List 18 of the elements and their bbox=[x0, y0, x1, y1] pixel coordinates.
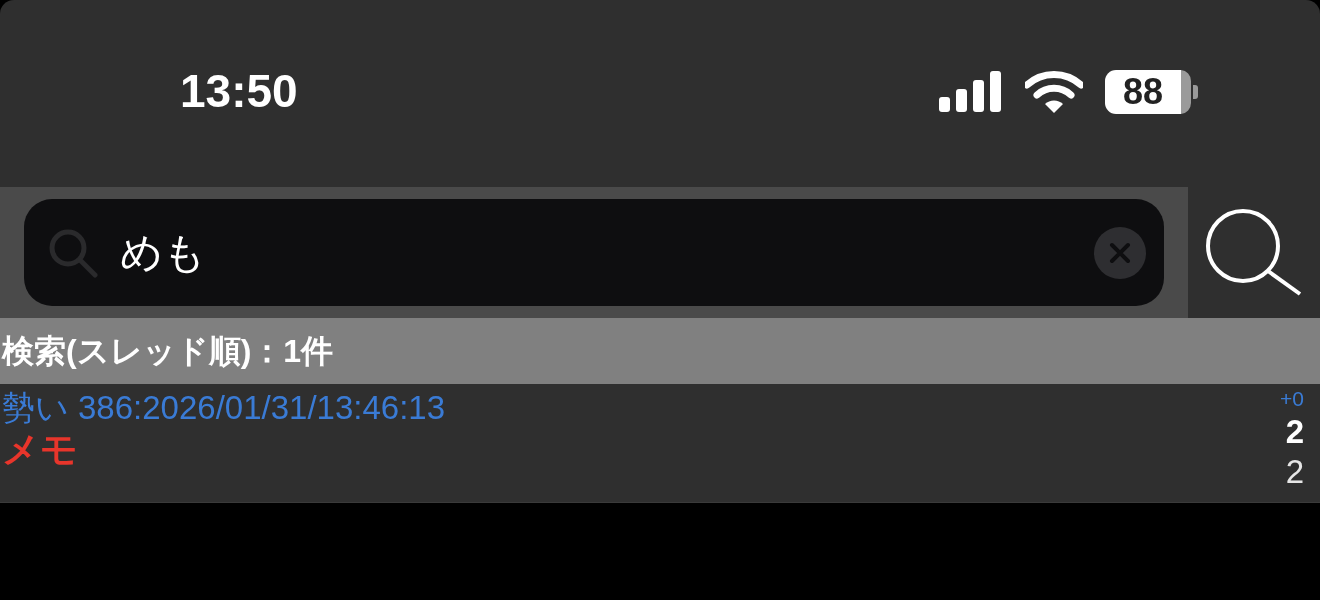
clock-time: 13:50 bbox=[180, 64, 298, 119]
search-button[interactable] bbox=[1188, 187, 1320, 318]
read-count: 2 bbox=[1285, 452, 1304, 492]
signal-icon bbox=[939, 70, 1003, 113]
thread-row[interactable]: 勢い 386:2026/01/31/13:46:13 メモ +0 2 2 bbox=[0, 384, 1320, 503]
thread-title: メモ bbox=[2, 428, 79, 472]
momentum-label: 勢い bbox=[2, 388, 69, 428]
reply-count: 2 bbox=[1285, 412, 1304, 452]
search-query: めも bbox=[120, 228, 207, 278]
battery-level: 88 bbox=[1122, 73, 1163, 110]
search-field[interactable]: めも bbox=[24, 199, 1164, 306]
wifi-icon bbox=[1025, 70, 1083, 113]
thread-info: 386:2026/01/31/13:46:13 bbox=[78, 388, 445, 428]
search-icon bbox=[1205, 207, 1303, 298]
results-header: 検索(スレッド順)：1件 bbox=[0, 318, 1320, 384]
new-count: +0 bbox=[1280, 386, 1304, 412]
search-icon bbox=[48, 227, 98, 278]
battery-icon bbox=[1105, 69, 1198, 114]
